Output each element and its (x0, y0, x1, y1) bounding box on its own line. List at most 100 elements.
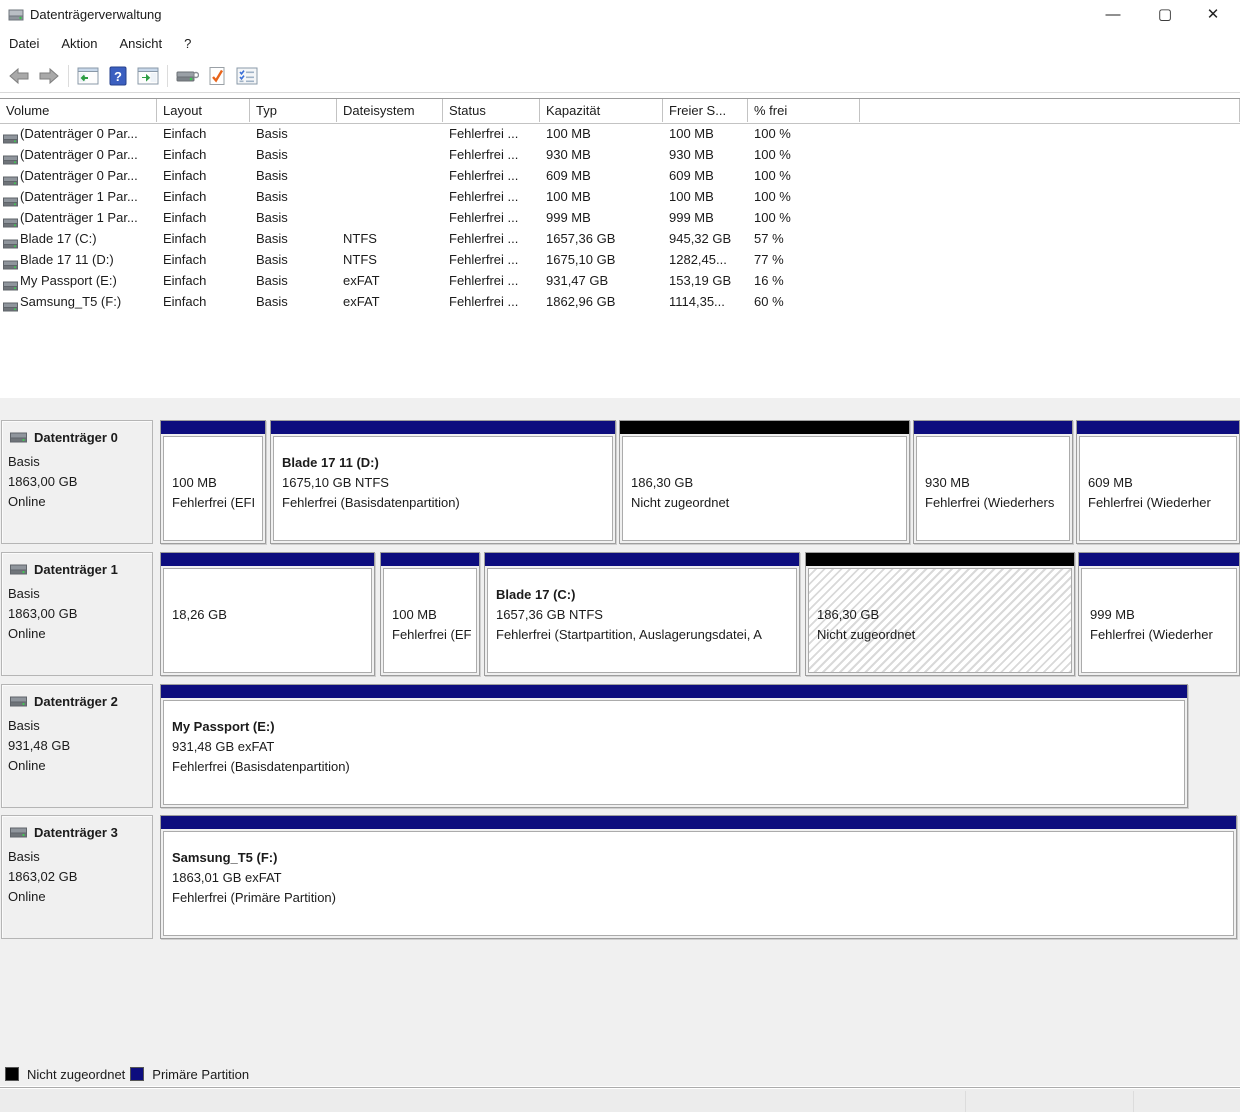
partition-name: Samsung_T5 (F:) (172, 850, 278, 865)
show-action-pane-icon[interactable] (135, 64, 161, 88)
status-strip-divider (965, 1091, 966, 1112)
primary-partition-stripe (161, 685, 1187, 698)
cell-volume: (Datenträger 0 Par... (20, 126, 138, 141)
cell-kapazit-t: 100 MB (546, 189, 591, 204)
disk-label-1[interactable]: Datenträger 1 Basis 1863,00 GB Online (1, 552, 153, 676)
disk-device-icon[interactable] (174, 64, 200, 88)
help-icon[interactable]: ? (105, 64, 131, 88)
partition-text: Blade 17 (C:) 1657,36 GB NTFS Fehlerfrei (… (496, 585, 794, 645)
column-header-volume[interactable]: Volume (0, 99, 157, 122)
partition[interactable]: 100 MB Fehlerfrei (EFI (160, 420, 266, 544)
disk-info: Basis 1863,00 GB Online (8, 452, 77, 512)
disk-label-0[interactable]: Datenträger 0 Basis 1863,00 GB Online (1, 420, 153, 544)
show-console-tree-icon[interactable] (75, 64, 101, 88)
partition[interactable]: 609 MB Fehlerfrei (Wiederher (1076, 420, 1240, 544)
partition[interactable]: Blade 17 11 (D:) 1675,10 GB NTFS Fehlerfre… (270, 420, 616, 544)
check-document-icon[interactable] (204, 64, 230, 88)
disk-info-line: 931,48 GB (8, 738, 71, 753)
partition[interactable]: Blade 17 (C:) 1657,36 GB NTFS Fehlerfrei (… (484, 552, 800, 676)
partition-name (172, 585, 369, 605)
cell-volume: (Datenträger 1 Par... (20, 210, 138, 225)
column-header-freier-s-[interactable]: Freier S... (663, 99, 748, 122)
column-header-typ[interactable]: Typ (250, 99, 337, 122)
disk-label-2[interactable]: Datenträger 2 Basis 931,48 GB Online (1, 684, 153, 808)
column-header-status[interactable]: Status (443, 99, 540, 122)
cell-dateisystem: NTFS (343, 252, 377, 267)
column-header--frei[interactable]: % frei (748, 99, 860, 122)
partition[interactable]: 100 MB Fehlerfrei (EF (380, 552, 480, 676)
table-row[interactable]: (Datenträger 0 Par... Einfach Basis Fehlerf… (0, 165, 1240, 186)
table-row[interactable]: Blade 17 11 (D:) Einfach Basis NTFS Fehlerfr… (0, 249, 1240, 270)
cell-status: Fehlerfrei ... (449, 210, 519, 225)
column-header-dateisystem[interactable]: Dateisystem (337, 99, 443, 122)
back-icon[interactable] (6, 64, 32, 88)
cell-freier-s-: 945,32 GB (669, 231, 732, 246)
cell-kapazit-t: 100 MB (546, 126, 591, 141)
cell-freier-s-: 930 MB (669, 147, 714, 162)
table-row[interactable]: (Datenträger 0 Par... Einfach Basis Fehlerf… (0, 144, 1240, 165)
volume-list-pane: Volume Layout Typ Dateisystem Status Kapazitä… (0, 93, 1240, 398)
partition-unallocated-selected[interactable]: 186,30 GB Nicht zugeordnet (805, 552, 1075, 676)
partition[interactable]: Samsung_T5 (F:) 1863,01 GB exFAT Fehlerfre… (160, 815, 1237, 939)
cell-kapazit-t: 930 MB (546, 147, 591, 162)
menu-item-datei[interactable]: Datei (0, 32, 50, 55)
disk-info-line: Online (8, 494, 46, 509)
table-row[interactable]: (Datenträger 1 Par... Einfach Basis Fehlerf… (0, 207, 1240, 228)
close-button[interactable]: ✕ (1190, 0, 1236, 30)
menu-item-?[interactable]: ? (173, 32, 202, 55)
menu-item-ansicht[interactable]: Ansicht (109, 32, 174, 55)
disk-icon (10, 563, 27, 578)
toolbar-separator (68, 65, 69, 87)
table-row[interactable]: Blade 17 (C:) Einfach Basis NTFS Fehlerfrei … (0, 228, 1240, 249)
legend-item: Nicht zugeordnet (5, 1062, 125, 1086)
cell-kapazit-t: 999 MB (546, 210, 591, 225)
cell-freier-s-: 1282,45... (669, 252, 727, 267)
cell-volume: (Datenträger 0 Par... (20, 147, 138, 162)
partition-text: 18,26 GB (172, 585, 369, 645)
bottom-status-strip (0, 1089, 1240, 1112)
partition-status: Fehlerfrei (Startpartition, Auslagerungs… (496, 627, 762, 642)
partition-size: 999 MB (1090, 607, 1135, 622)
partition-text: 186,30 GB Nicht zugeordnet (631, 453, 904, 513)
cell-volume: Blade 17 (C:) (20, 231, 97, 246)
cell-volume: Blade 17 11 (D:) (20, 252, 114, 267)
minimize-button[interactable]: — (1090, 0, 1136, 30)
cell-typ: Basis (256, 294, 288, 309)
table-row[interactable]: (Datenträger 0 Par... Einfach Basis Fehlerf… (0, 123, 1240, 144)
forward-icon[interactable] (36, 64, 62, 88)
disk-name-text: Datenträger 1 (34, 562, 118, 577)
disk-info-line: Basis (8, 849, 40, 864)
menu-item-aktion[interactable]: Aktion (50, 32, 108, 55)
partition[interactable]: 930 MB Fehlerfrei (Wiederhers (913, 420, 1073, 544)
partition[interactable]: 18,26 GB (160, 552, 375, 676)
properties-list-icon[interactable] (234, 64, 260, 88)
disk-label-3[interactable]: Datenträger 3 Basis 1863,02 GB Online (1, 815, 153, 939)
table-row[interactable]: My Passport (E:) Einfach Basis exFAT Fehlerf… (0, 270, 1240, 291)
partition[interactable]: My Passport (E:) 931,48 GB exFAT Fehlerfre… (160, 684, 1188, 808)
cell-dateisystem: NTFS (343, 231, 377, 246)
disk-info-line: 1863,02 GB (8, 869, 78, 884)
partition-body: My Passport (E:) 931,48 GB exFAT Fehlerfre… (163, 700, 1185, 805)
table-row[interactable]: Samsung_T5 (F:) Einfach Basis exFAT Fehlerfr… (0, 291, 1240, 312)
cell-typ: Basis (256, 147, 288, 162)
cell--frei: 100 % (754, 168, 791, 183)
unallocated-stripe (806, 553, 1074, 566)
disk-icon (10, 826, 27, 841)
table-row[interactable]: (Datenträger 1 Par... Einfach Basis Fehlerf… (0, 186, 1240, 207)
maximize-button[interactable]: ▢ (1142, 0, 1188, 30)
column-header-layout[interactable]: Layout (157, 99, 250, 122)
partition-text: 100 MB Fehlerfrei (EF (392, 585, 474, 645)
disk-info: Basis 1863,02 GB Online (8, 847, 77, 907)
partition[interactable]: 999 MB Fehlerfrei (Wiederher (1078, 552, 1240, 676)
column-header-blank[interactable] (860, 99, 1240, 122)
partition-size: 1657,36 GB NTFS (496, 607, 603, 622)
disk-icon (10, 695, 27, 710)
partition-unallocated[interactable]: 186,30 GB Nicht zugeordnet (619, 420, 910, 544)
partition-text: My Passport (E:) 931,48 GB exFAT Fehlerfre… (172, 717, 1182, 777)
cell-layout: Einfach (163, 231, 207, 246)
partition-name (392, 585, 474, 605)
cell-status: Fehlerfrei ... (449, 147, 519, 162)
column-header-kapazit-t[interactable]: Kapazität (540, 99, 663, 122)
primary-partition-stripe (485, 553, 799, 566)
partition-name (1090, 585, 1234, 605)
